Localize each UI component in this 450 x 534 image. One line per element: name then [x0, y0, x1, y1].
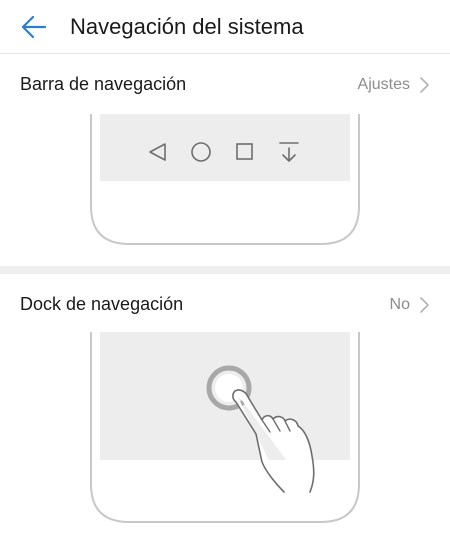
page-title: Navegación del sistema	[70, 14, 304, 39]
navigation-bar-value: Ajustes	[357, 76, 410, 93]
navigation-dock-row[interactable]: Dock de navegación No	[0, 274, 450, 334]
navigation-bar-illustration	[0, 114, 450, 266]
chevron-right-icon	[418, 296, 430, 314]
navigation-dock-label: Dock de navegación	[20, 294, 184, 314]
system-navigation-screen: Navegación del sistema Barra de navegaci…	[0, 0, 450, 534]
navigation-bar-row[interactable]: Barra de navegación Ajustes	[0, 54, 450, 114]
back-button[interactable]	[16, 11, 52, 43]
section-divider	[0, 266, 450, 274]
navigation-dock-value: No	[389, 296, 410, 313]
nav-bar-panel	[100, 114, 350, 181]
navigation-dock-section: Dock de navegación No	[0, 274, 450, 534]
floating-dock-icon	[206, 365, 252, 411]
arrow-left-icon	[20, 15, 48, 39]
navigation-bar-section: Barra de navegación Ajustes	[0, 54, 450, 266]
navigation-bar-label: Barra de navegación	[20, 74, 187, 94]
chevron-right-icon	[418, 76, 430, 94]
navigation-dock-illustration	[0, 332, 450, 534]
app-header: Navegación del sistema	[0, 0, 450, 54]
